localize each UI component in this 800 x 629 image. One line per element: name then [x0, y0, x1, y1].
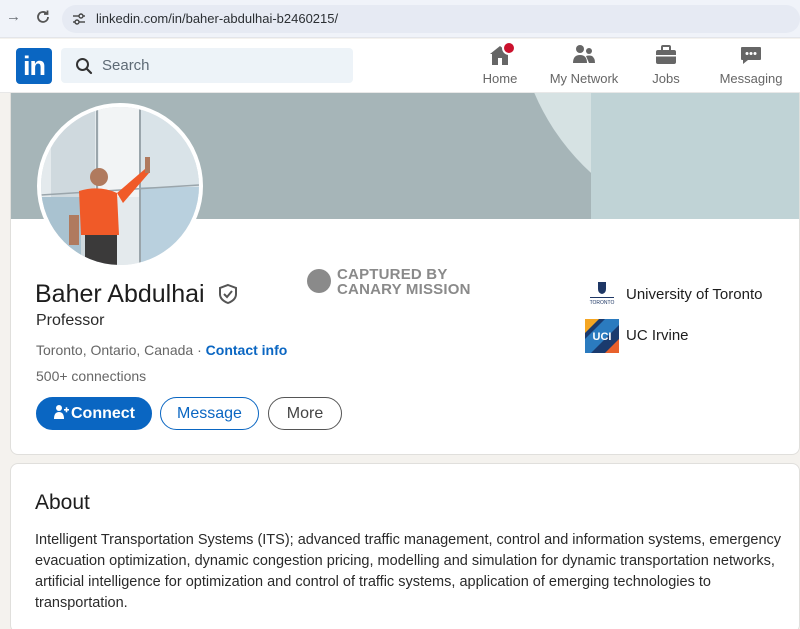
reload-icon[interactable] [34, 8, 52, 26]
watermark-line2: CANARY MISSION [337, 281, 471, 298]
nav-my-network-label: My Network [549, 71, 619, 86]
network-icon [573, 45, 595, 63]
contact-info-link[interactable]: Contact info [206, 342, 288, 358]
connections-count[interactable]: 500+ connections [36, 368, 146, 384]
uci-logo-text: UCI [593, 331, 612, 343]
watermark-text: CAPTURED BY CANARY MISSION [337, 267, 471, 297]
nav-jobs-label: Jobs [652, 71, 680, 86]
education-item-toronto[interactable]: TORONTO University of Toronto [585, 278, 785, 312]
profile-photo-image [41, 107, 199, 265]
profile-photo[interactable] [37, 103, 203, 269]
about-title: About [35, 491, 90, 514]
nav-home[interactable]: Home [478, 41, 522, 89]
uc-irvine-logo: UCI [585, 319, 619, 353]
nav-home-label: Home [482, 71, 518, 86]
briefcase-icon [656, 45, 676, 64]
search-placeholder: Search [102, 57, 150, 74]
university-of-toronto-logo: TORONTO [585, 278, 619, 312]
about-text: Intelligent Transportation Systems (ITS)… [35, 532, 782, 611]
education-item-uci[interactable]: UCI UC Irvine [585, 319, 715, 353]
linkedin-logo[interactable]: in [16, 48, 52, 84]
education-name: University of Toronto [626, 286, 763, 303]
message-button[interactable]: Message [160, 397, 259, 430]
toronto-logo-text: TORONTO [590, 300, 615, 306]
banner-shape [591, 93, 799, 219]
nav-messaging-label: Messaging [719, 71, 783, 86]
more-button[interactable]: More [268, 397, 342, 430]
profile-location: Toronto, Ontario, Canada [36, 342, 194, 358]
canary-logo-icon [307, 269, 331, 293]
profile-location-line: Toronto, Ontario, Canada · Contact info [36, 342, 288, 358]
profile-headline: Professor [36, 312, 105, 329]
site-settings-icon[interactable] [72, 12, 86, 26]
browser-toolbar: → linkedin.com/in/baher-abdulhai-b246021… [0, 0, 800, 38]
messaging-icon [741, 47, 761, 64]
add-person-icon [54, 405, 69, 419]
captured-watermark: CAPTURED BY CANARY MISSION [307, 267, 487, 301]
linkedin-global-nav: in Search Home My Network Jobs Messaging [0, 39, 800, 93]
url-text[interactable]: linkedin.com/in/baher-abdulhai-b2460215/ [96, 11, 338, 26]
profile-name: Baher Abdulhai [35, 280, 205, 308]
search-icon [76, 58, 93, 75]
connect-label: Connect [71, 405, 135, 422]
connect-button[interactable]: Connect [36, 397, 152, 430]
notification-badge [502, 41, 516, 55]
about-section: About Intelligent Transportation Systems… [10, 463, 800, 629]
address-bar[interactable]: linkedin.com/in/baher-abdulhai-b2460215/ [62, 5, 800, 33]
profile-top-card: CAPTURED BY CANARY MISSION Baher Abdulha… [10, 93, 800, 455]
nav-messaging[interactable]: Messaging [718, 43, 784, 89]
forward-arrow-icon[interactable]: → [6, 9, 22, 25]
search-input[interactable]: Search [61, 48, 353, 83]
education-name: UC Irvine [626, 327, 689, 344]
nav-jobs[interactable]: Jobs [646, 43, 686, 89]
verified-shield-icon[interactable] [217, 283, 239, 305]
nav-my-network[interactable]: My Network [546, 43, 622, 89]
